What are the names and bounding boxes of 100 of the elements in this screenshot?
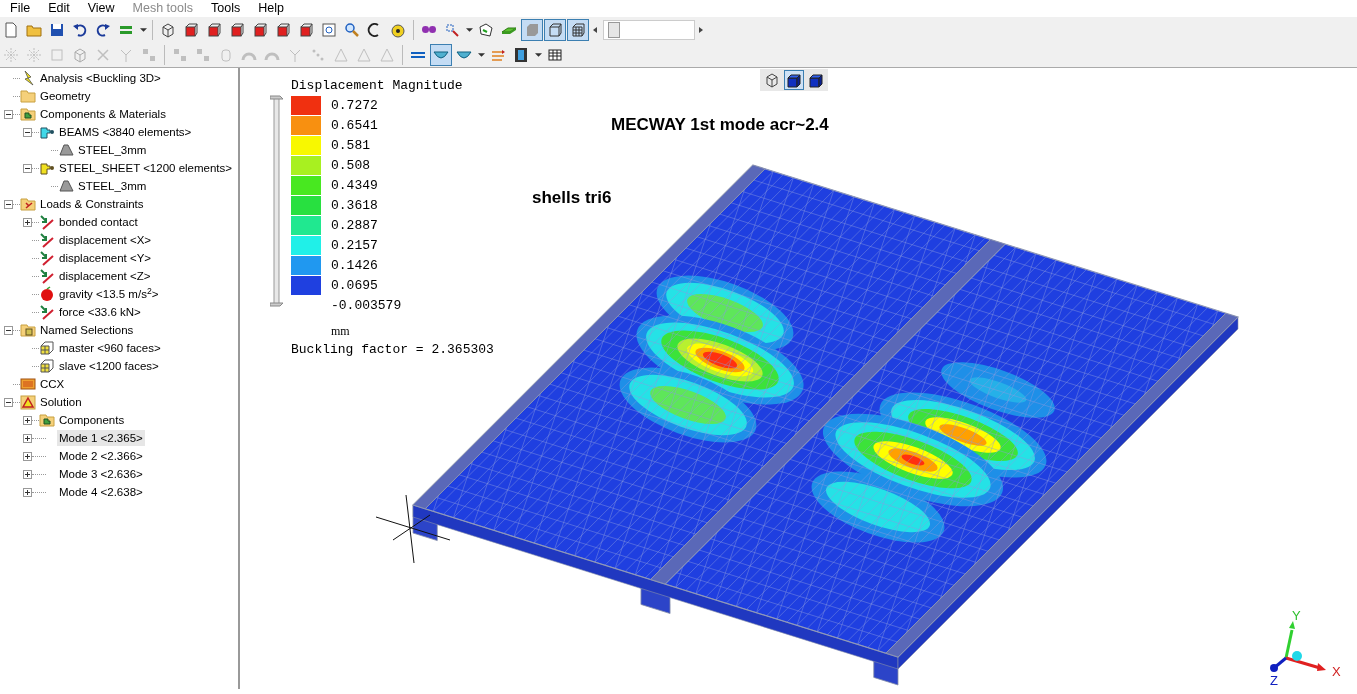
tree-item[interactable]: slave <1200 faces> <box>57 358 161 374</box>
minus-icon <box>25 131 30 133</box>
tree-item[interactable]: CCX <box>38 376 67 392</box>
tree-item[interactable]: Components & Materials <box>38 106 168 122</box>
caret-icon <box>139 27 147 32</box>
plot-title: shells tri6 <box>532 187 612 209</box>
folder-icon <box>20 322 36 338</box>
cube-face-icon <box>183 21 199 38</box>
collapse-toggle[interactable] <box>4 109 13 119</box>
tree-item[interactable]: Mode 4 <2.638> <box>57 484 145 500</box>
menu-item[interactable]: File <box>0 0 39 17</box>
slider-handle[interactable] <box>270 95 284 100</box>
zoom-slider[interactable] <box>603 19 695 40</box>
legend-value: 0.508 <box>331 156 370 175</box>
tree-item[interactable]: force <33.6 kN> <box>57 304 143 320</box>
tree-item[interactable]: displacement <Y> <box>57 250 154 266</box>
zoom-box-icon <box>321 21 337 38</box>
film-icon <box>513 46 529 63</box>
legend-value: 0.0695 <box>331 276 378 295</box>
undo-icon <box>72 21 88 38</box>
tree-item[interactable]: Loads & Constraints <box>38 196 146 212</box>
cube-face-icon <box>206 21 222 38</box>
tree-item[interactable]: BEAMS <3840 elements> <box>57 124 194 140</box>
box-icon <box>20 376 36 392</box>
table-icon <box>547 46 563 63</box>
folder-icon <box>20 196 36 212</box>
cube-wire-icon <box>72 46 88 63</box>
plot-title: MECWAY 1st mode acr~2.4 <box>611 114 829 136</box>
plus-icon <box>24 218 31 226</box>
burst-icon <box>3 46 19 63</box>
minus-icon <box>25 167 30 169</box>
collapse-toggle[interactable] <box>23 127 32 137</box>
tree-item[interactable]: master <960 faces> <box>57 340 163 356</box>
axis-label: X <box>1332 664 1341 679</box>
expand-toggle[interactable] <box>23 451 32 461</box>
legend-value: 0.2157 <box>331 236 378 255</box>
expand-toggle[interactable] <box>23 469 32 479</box>
legend-title: Displacement Magnitude <box>291 77 464 95</box>
toolbar-button[interactable] <box>544 18 566 41</box>
folder-icon <box>20 106 36 122</box>
right-arrow-icon <box>699 26 703 33</box>
menu-item[interactable]: Help <box>248 0 292 17</box>
tree-item[interactable]: Analysis <Buckling 3D> <box>38 70 163 86</box>
redo-icon <box>95 21 111 38</box>
menu-item[interactable]: Edit <box>38 0 78 17</box>
new-icon <box>3 21 19 38</box>
collapse-toggle[interactable] <box>4 199 13 209</box>
puzzle-piece-icon <box>39 124 55 140</box>
tree-item[interactable]: Solution <box>38 394 84 410</box>
cube-icon <box>39 358 55 374</box>
legend-value: 0.3618 <box>331 196 378 215</box>
tree-item[interactable]: displacement <Z> <box>57 268 153 284</box>
cube-solid-icon <box>786 72 802 88</box>
save-icon <box>49 21 65 38</box>
view-wire-icon <box>547 21 563 38</box>
menu-item[interactable]: Tools <box>201 0 249 17</box>
tree-item[interactable]: Geometry <box>38 88 93 104</box>
tree-item[interactable]: STEEL_SHEET <1200 elements> <box>57 160 235 176</box>
burst-icon <box>26 46 42 63</box>
plate-icon <box>58 142 74 158</box>
cube-solid-icon <box>808 72 824 88</box>
menu-item[interactable]: View <box>77 0 123 17</box>
expand-toggle[interactable] <box>23 217 32 227</box>
collapse-toggle[interactable] <box>23 163 32 173</box>
plus-icon <box>24 452 31 460</box>
plus-icon <box>24 434 31 442</box>
minus-icon <box>6 203 11 205</box>
plus-icon <box>24 416 31 424</box>
cube-wire-icon <box>764 72 780 88</box>
collapse-toggle[interactable] <box>4 325 13 335</box>
tree-item[interactable]: STEEL_3mm <box>76 178 149 194</box>
expand-toggle[interactable] <box>23 433 32 443</box>
tree-item[interactable]: Components <box>57 412 127 428</box>
legend-value: 0.4349 <box>331 176 378 195</box>
range-slider[interactable] <box>270 94 284 310</box>
expand-toggle[interactable] <box>23 487 32 497</box>
toolbar-button[interactable] <box>567 18 589 41</box>
tree-item[interactable]: STEEL_3mm <box>76 142 149 158</box>
axis-label: Y <box>1292 608 1301 623</box>
slider-handle[interactable] <box>270 302 284 307</box>
magnifier-icon <box>344 21 360 38</box>
cube-face-icon <box>298 21 314 38</box>
crosshair-icon <box>375 494 451 564</box>
nodes-icon <box>141 46 157 63</box>
caret-icon <box>477 52 485 57</box>
expand-toggle[interactable] <box>23 415 32 425</box>
slider-thumb[interactable] <box>607 21 620 38</box>
tree-item[interactable]: gravity <13.5 m/s$^{2}$> <box>57 286 161 302</box>
tree-item[interactable]: Mode 2 <2.366> <box>57 448 145 464</box>
folder-icon <box>20 88 36 104</box>
puzzle-piece-icon <box>39 160 55 176</box>
tree-item[interactable]: Named Selections <box>38 322 136 338</box>
tree-item[interactable]: displacement <X> <box>57 232 154 248</box>
tree-item[interactable]: bonded contact <box>57 214 140 230</box>
tree-item[interactable]: Mode 1 <2.365> <box>57 430 145 446</box>
buckling-factor-text: Buckling factor = 2.365303 <box>291 340 494 359</box>
view-button[interactable] <box>784 70 804 90</box>
tree-item[interactable]: Mode 3 <2.636> <box>57 466 145 482</box>
probe-icon <box>444 21 460 38</box>
collapse-toggle[interactable] <box>4 397 13 407</box>
